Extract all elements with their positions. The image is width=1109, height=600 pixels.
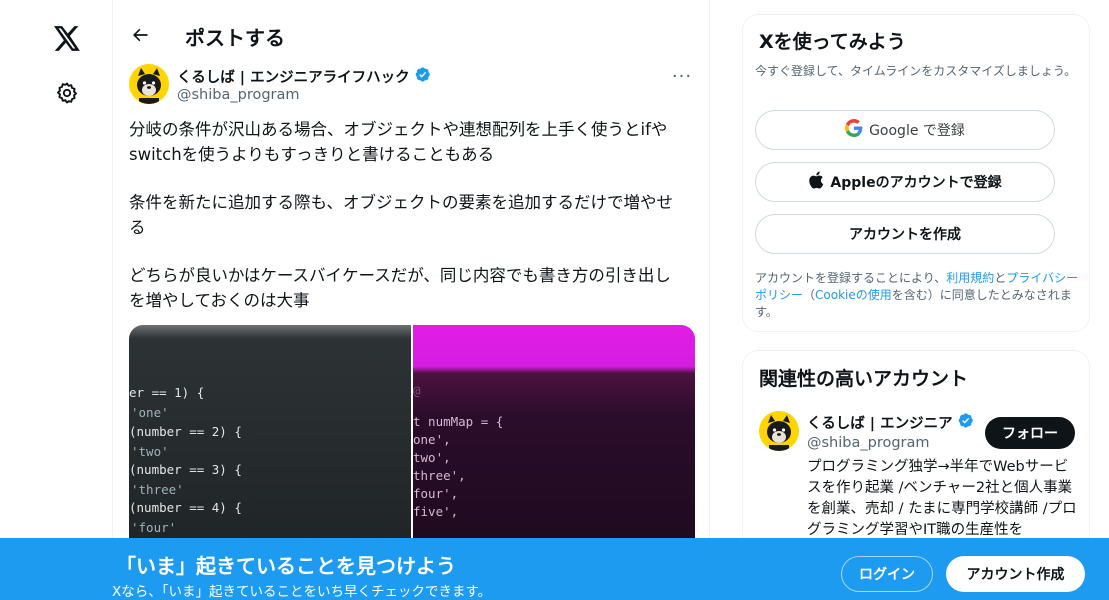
- signup-subtitle: 今すぐ登録して、タイムラインをカスタマイズしましょう。: [755, 64, 1077, 78]
- related-accounts-box: 関連性の高いアカウント くるしば | エンジニア @shiba_program …: [742, 350, 1090, 550]
- code-line: two',: [413, 450, 451, 465]
- post-text: 分岐の条件が沢山ある場合、オブジェクトや連想配列を上手く使うとifや switc…: [129, 118, 699, 337]
- apple-signup-label: Appleのアカウントで登録: [830, 175, 1002, 191]
- top-bar: ポストする: [113, 0, 709, 60]
- media-image-left[interactable]: er == 1) { 'one' (number == 2) { 'two' (…: [129, 325, 411, 555]
- post-paragraph-1: 分岐の条件が沢山ある場合、オブジェクトや連想配列を上手く使うとifや switc…: [129, 120, 668, 164]
- follow-button[interactable]: フォロー: [985, 417, 1075, 449]
- author-handle[interactable]: @shiba_program: [177, 87, 300, 103]
- code-line: t numMap = {: [413, 414, 504, 429]
- author-name-wrap: くるしば | エンジニアライフハック: [177, 66, 431, 87]
- code-line: 'three': [131, 482, 184, 497]
- signup-button[interactable]: アカウント作成: [946, 556, 1085, 592]
- code-line: one',: [413, 432, 451, 447]
- code-line: (number == 4) {: [129, 500, 242, 515]
- create-account-button[interactable]: アカウントを作成: [755, 214, 1055, 254]
- code-line: three',: [413, 468, 466, 483]
- avatar[interactable]: [759, 411, 799, 451]
- left-nav: [0, 0, 112, 600]
- code-line: er == 1) {: [129, 385, 205, 400]
- author-name[interactable]: くるしば | エンジニアライフハック: [177, 66, 410, 87]
- post-paragraph-2: 条件を新たに追加する際も、オブジェクトの要素を追加するだけで増やせ る: [129, 193, 674, 237]
- apple-signup-button[interactable]: Appleのアカウントで登録: [755, 162, 1055, 202]
- related-account-handle[interactable]: @shiba_program: [807, 435, 930, 451]
- google-icon: [845, 119, 863, 141]
- code-line: 'two': [131, 444, 169, 459]
- code-line: 'one': [131, 405, 169, 420]
- google-signup-button[interactable]: Google で登録: [755, 110, 1055, 150]
- avatar[interactable]: [129, 64, 169, 104]
- related-account-name-wrap: くるしば | エンジニア: [807, 412, 974, 433]
- banner-subtitle: Xなら、「いま」起きていることをいち早くチェックできます。: [112, 584, 492, 600]
- apple-icon: [808, 171, 824, 193]
- legal-paren: （: [803, 288, 816, 302]
- related-title: 関連性の高いアカウント: [759, 368, 969, 390]
- create-account-label: アカウントを作成: [849, 227, 961, 243]
- legal-text: アカウントを登録することにより、利用規約とプライバシーポリシー（Cookieの使…: [755, 270, 1085, 321]
- post-paragraph-3: どちらが良いかはケースバイケースだが、同じ内容でも書き方の引き出し を増やしてお…: [129, 266, 671, 310]
- terms-link[interactable]: 利用規約: [946, 271, 994, 285]
- signup-banner: 「いま」起きていることを見つけよう Xなら、「いま」起きていることをいち早くチェ…: [0, 538, 1109, 600]
- legal-and: と: [994, 271, 1007, 285]
- signup-title: Xを使ってみよう: [759, 31, 906, 53]
- google-signup-label: Google で登録: [869, 123, 965, 139]
- signup-box: Xを使ってみよう 今すぐ登録して、タイムラインをカスタマイズしましょう。 Goo…: [742, 14, 1090, 332]
- verified-badge-icon: [414, 66, 431, 87]
- cookie-link[interactable]: Cookieの使用: [815, 288, 892, 302]
- code-line: (number == 3) {: [129, 462, 242, 477]
- banner-title: 「いま」起きていることを見つけよう: [116, 554, 456, 578]
- related-account-bio: プログラミング独学→半年でWebサービスを作り起業 /ベンチャー2社と個人事業を…: [807, 459, 1077, 538]
- related-account-name[interactable]: くるしば | エンジニア: [807, 412, 953, 433]
- gear-icon[interactable]: [44, 70, 90, 116]
- page-title: ポストする: [185, 26, 285, 50]
- verified-badge-icon: [957, 412, 974, 433]
- main-column: ポストする くるしば | エンジニアライフハック @shiba_program …: [112, 0, 710, 600]
- post-media: er == 1) { 'one' (number == 2) { 'two' (…: [129, 325, 695, 555]
- code-line: @: [413, 383, 421, 398]
- arrow-left-icon[interactable]: [123, 18, 157, 52]
- x-logo-icon[interactable]: [44, 15, 90, 61]
- code-line: four',: [413, 486, 459, 501]
- code-line: (number == 2) {: [129, 424, 242, 439]
- login-button[interactable]: ログイン: [841, 556, 933, 592]
- code-line: five',: [413, 504, 459, 519]
- more-icon[interactable]: ···: [669, 66, 695, 87]
- post-author: くるしば | エンジニアライフハック @shiba_program ···: [129, 64, 695, 108]
- media-image-right[interactable]: @ t numMap = { one', two', three', four'…: [413, 325, 695, 555]
- code-line: 'four': [131, 520, 177, 535]
- legal-prefix: アカウントを登録することにより、: [755, 271, 947, 285]
